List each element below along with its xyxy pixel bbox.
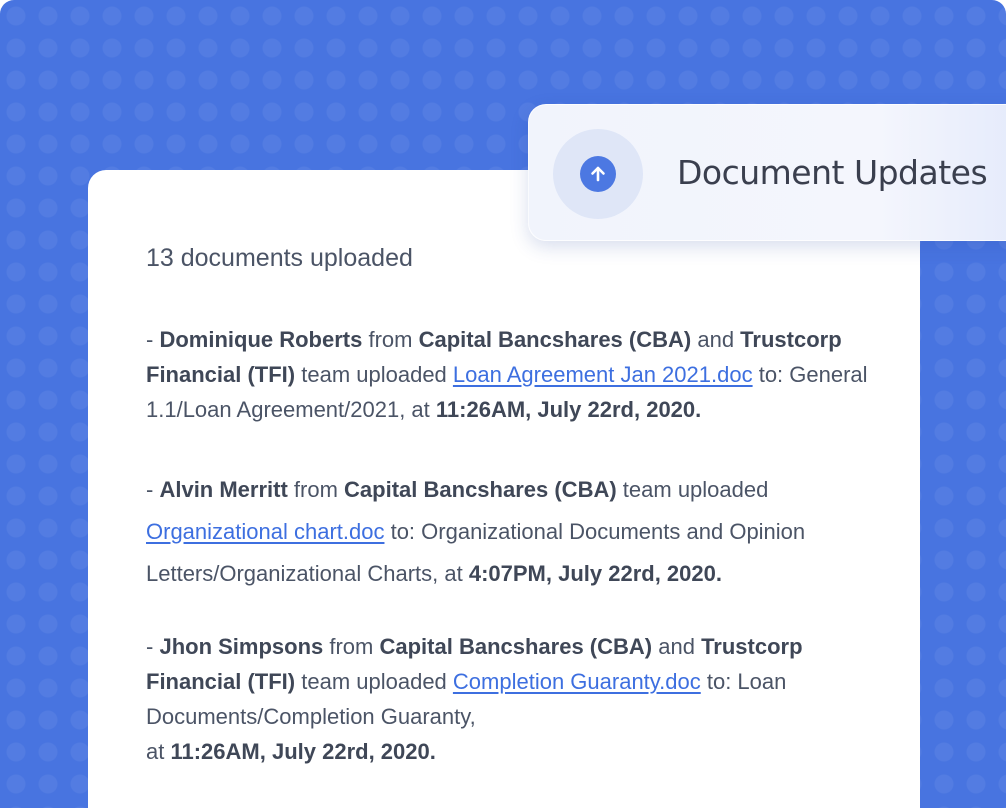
- background-panel: 13 documents uploaded - Dominique Robert…: [0, 0, 1006, 808]
- upload-time: 11:26AM, July 22rd, 2020.: [435, 397, 702, 422]
- entry-text: team uploaded: [616, 477, 769, 502]
- activity-entry: - Jhon Simpsons from Capital Bancshares …: [146, 629, 898, 769]
- upload-time: 4:07PM, July 22rd, 2020.: [468, 561, 722, 586]
- entry-prefix: -: [146, 634, 160, 659]
- activity-entry: - Alvin Merritt from Capital Bancshares …: [146, 469, 898, 595]
- file-link[interactable]: Loan Agreement Jan 2021.doc: [453, 362, 753, 387]
- entry-text: from: [362, 327, 419, 352]
- user-name: Jhon Simpsons: [159, 634, 324, 659]
- document-activity-card: 13 documents uploaded - Dominique Robert…: [88, 170, 920, 808]
- entry-text: team uploaded: [295, 669, 453, 694]
- entry-text: and: [652, 634, 702, 659]
- file-link[interactable]: Completion Guaranty.doc: [453, 669, 701, 694]
- user-name: Alvin Merritt: [159, 477, 288, 502]
- document-updates-header: Document Updates: [528, 104, 1006, 241]
- organization-name: Capital Bancshares (CBA): [379, 634, 653, 659]
- entry-text: from: [323, 634, 380, 659]
- entry-text: from: [287, 477, 345, 502]
- header-title: Document Updates: [677, 153, 988, 192]
- entry-text: team uploaded: [295, 362, 453, 387]
- arrow-up-circle-icon: [580, 156, 616, 192]
- entry-prefix: -: [146, 327, 160, 352]
- organization-name: Capital Bancshares (CBA): [344, 477, 617, 502]
- upload-time: 11:26AM, July 22rd, 2020.: [170, 739, 436, 764]
- upload-icon-badge: [553, 129, 643, 219]
- activity-entry: - Dominique Roberts from Capital Bancsha…: [146, 322, 898, 427]
- entry-prefix: -: [146, 477, 160, 502]
- file-link[interactable]: Organizational chart.doc: [146, 519, 384, 544]
- user-name: Dominique Roberts: [159, 327, 363, 352]
- documents-uploaded-count: 13 documents uploaded: [146, 244, 413, 272]
- arrow-up-icon: [591, 166, 605, 182]
- entry-text: at: [146, 739, 171, 764]
- organization-name: Capital Bancshares (CBA): [418, 327, 692, 352]
- entry-text: and: [691, 327, 741, 352]
